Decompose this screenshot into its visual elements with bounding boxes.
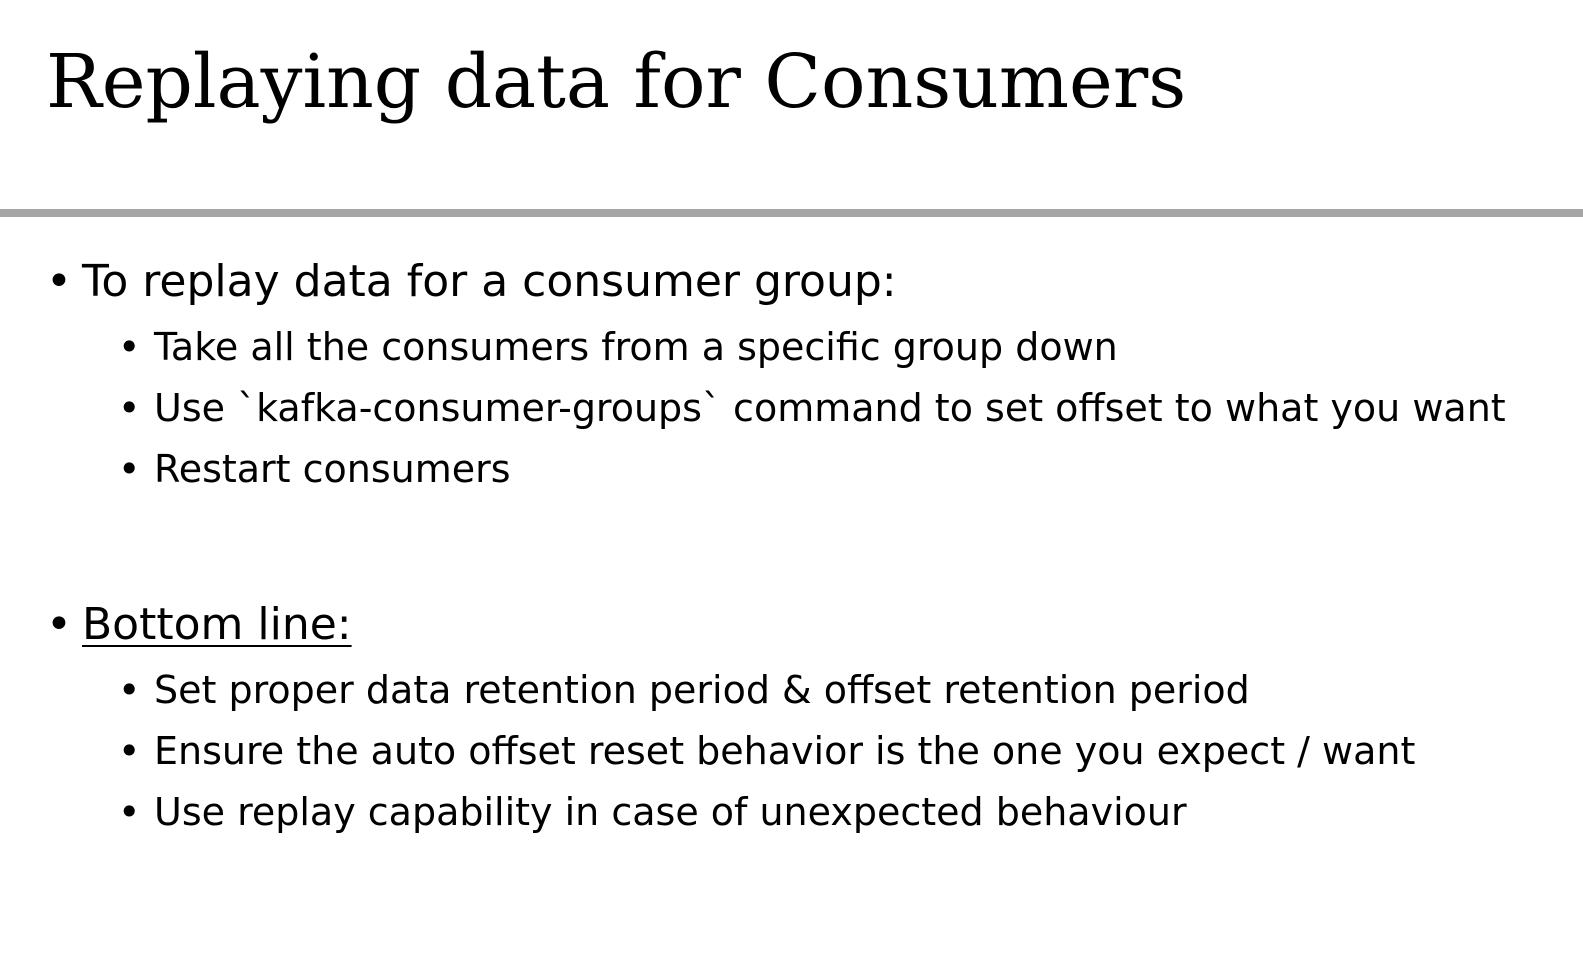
list-item: • Use replay capability in case of unexpe… — [118, 788, 1187, 836]
bullet-dot-icon: • — [118, 729, 141, 773]
title-divider — [0, 209, 1583, 217]
list-item: • Set proper data retention period & offs… — [118, 666, 1250, 714]
list-item: • Use `kafka-consumer-groups` command to … — [118, 384, 1506, 432]
bullet-dot-icon: • — [118, 790, 141, 834]
list-item-text: Set proper data retention period & offse… — [154, 668, 1250, 712]
list-item: • Take all the consumers from a specific … — [118, 323, 1118, 371]
bullet-dot-icon: • — [118, 447, 141, 491]
list-item: • Restart consumers — [118, 445, 511, 493]
bullet-dot-icon: • — [46, 256, 72, 307]
list-item-text: Ensure the auto offset reset behavior is… — [154, 729, 1416, 773]
section-heading-replay: • To replay data for a consumer group: — [46, 254, 897, 310]
slide: Replaying data for Consumers • To replay … — [0, 0, 1583, 960]
section-heading-bottom-line: • Bottom line: — [46, 597, 352, 653]
bullet-dot-icon: • — [118, 668, 141, 712]
list-item-text: Use replay capability in case of unexpec… — [154, 790, 1187, 834]
section-heading-text: To replay data for a consumer group: — [82, 256, 897, 307]
list-item-text: Take all the consumers from a specific g… — [154, 325, 1118, 369]
slide-title: Replaying data for Consumers — [46, 39, 1187, 125]
bullet-dot-icon: • — [118, 386, 141, 430]
list-item-text: Use `kafka-consumer-groups` command to s… — [154, 386, 1506, 430]
list-item: • Ensure the auto offset reset behavior i… — [118, 727, 1415, 775]
bullet-dot-icon: • — [46, 599, 72, 650]
bullet-dot-icon: • — [118, 325, 141, 369]
section-heading-text: Bottom line: — [82, 599, 352, 650]
list-item-text: Restart consumers — [154, 447, 511, 491]
